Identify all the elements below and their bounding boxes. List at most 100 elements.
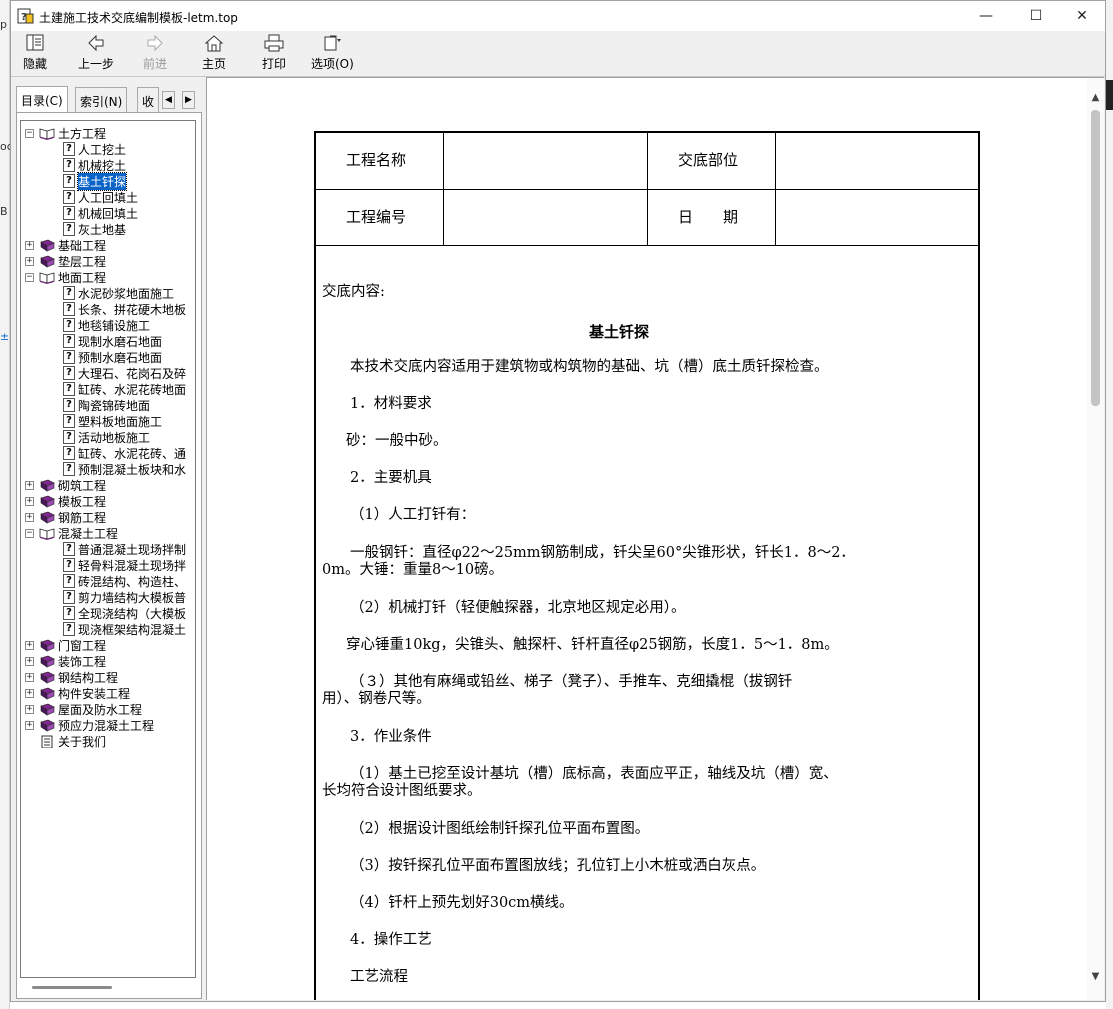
tree-topic[interactable]: ? 缸砖、水泥花砖、通 bbox=[63, 445, 186, 461]
forward-button[interactable]: 前进 bbox=[143, 33, 167, 75]
tab-scroll-right-icon[interactable]: ▶ bbox=[182, 91, 195, 109]
expand-icon[interactable]: + bbox=[25, 240, 34, 250]
back-button[interactable]: 上一步 bbox=[78, 33, 114, 75]
tree-topic[interactable]: ? 砖混结构、构造柱、 bbox=[63, 573, 186, 589]
document-paragraph: （2）根据设计图纸绘制钎探孔位平面布置图。 bbox=[350, 821, 650, 837]
home-button[interactable]: 主页 bbox=[202, 33, 226, 75]
tree-topic[interactable]: ? 现浇框架结构混凝土 bbox=[63, 621, 186, 637]
tree-folder[interactable]: − 混凝土工程 bbox=[25, 525, 118, 541]
expand-icon[interactable]: + bbox=[25, 640, 34, 650]
tree-folder[interactable]: − 土方工程 bbox=[25, 125, 106, 141]
closed-book-icon bbox=[40, 639, 55, 652]
tree-item-label: 人工挖土 bbox=[78, 142, 127, 157]
tree-topic[interactable]: ? 缸砖、水泥花砖地面 bbox=[63, 381, 186, 397]
options-button[interactable]: 选项(O) bbox=[311, 33, 354, 75]
document-paragraph: （３）其他有麻绳或铅丝、梯子（凳子）、手推车、克细撬棍（拔钢钎 bbox=[350, 674, 793, 690]
tab-scroll-left-icon[interactable]: ◀ bbox=[162, 91, 175, 109]
hide-button[interactable]: 隐藏 bbox=[23, 33, 47, 75]
tree-item-label: 预应力混凝土工程 bbox=[58, 718, 155, 733]
tree-folder[interactable]: + 构件安装工程 bbox=[25, 685, 130, 701]
project-number-label: 工程编号 bbox=[346, 208, 407, 226]
tree-item-label: 机械挖土 bbox=[78, 158, 127, 173]
tree-folder[interactable]: + 基础工程 bbox=[25, 237, 106, 253]
help-topic-icon: ? bbox=[63, 606, 75, 620]
tree-topic[interactable]: ? 塑料板地面施工 bbox=[63, 413, 162, 429]
tree-topic[interactable]: ? 灰土地基 bbox=[63, 221, 126, 237]
tree-item-label: 装饰工程 bbox=[58, 654, 107, 669]
tree-topic[interactable]: ? 轻骨料混凝土现场拌 bbox=[63, 557, 186, 573]
tree-folder[interactable]: + 模板工程 bbox=[25, 493, 106, 509]
tree-folder[interactable]: + 砌筑工程 bbox=[25, 477, 106, 493]
expand-icon[interactable]: + bbox=[25, 672, 34, 682]
tab-index[interactable]: 索引(N) bbox=[75, 87, 128, 113]
minimize-button[interactable]: — bbox=[963, 1, 1009, 31]
closed-book-icon bbox=[40, 655, 55, 668]
tree-topic[interactable]: ? 水泥砂浆地面施工 bbox=[63, 285, 174, 301]
maximize-button[interactable]: ☐ bbox=[1013, 1, 1059, 31]
help-topic-icon: ? bbox=[63, 542, 75, 556]
scroll-up-icon[interactable]: ▲ bbox=[1087, 89, 1104, 106]
expand-icon[interactable]: + bbox=[25, 256, 34, 266]
tree-item-label: 水泥砂浆地面施工 bbox=[78, 286, 175, 301]
expand-icon[interactable]: + bbox=[25, 656, 34, 666]
tree-topic[interactable]: ? 人工回填土 bbox=[63, 189, 138, 205]
tree-topic[interactable]: ? 长条、拼花硬木地板 bbox=[63, 301, 186, 317]
content-vertical-scrollbar[interactable]: ▲ ▼ bbox=[1087, 78, 1104, 1000]
tree-folder[interactable]: + 预应力混凝土工程 bbox=[25, 717, 154, 733]
tree-folder[interactable]: + 垫层工程 bbox=[25, 253, 106, 269]
tree-topic[interactable]: ? 人工挖土 bbox=[63, 141, 126, 157]
document-paragraph: （1）基土已挖至设计基坑（槽）底标高，表面应平正，轴线及坑（槽）宽、 bbox=[350, 766, 838, 782]
tree-topic[interactable]: ? 活动地板施工 bbox=[63, 429, 150, 445]
tree-horizontal-scrollbar[interactable] bbox=[20, 981, 196, 995]
expand-icon[interactable]: + bbox=[25, 688, 34, 698]
home-label: 主页 bbox=[202, 57, 227, 71]
disclosure-document: 工程名称 交底部位 工程编号 日 期 交底内容: 基土钎探 本技术交底内容适用于… bbox=[314, 131, 980, 1000]
close-button[interactable]: ✕ bbox=[1059, 1, 1105, 31]
contents-tree[interactable]: − 土方工程? 人工挖土? 机械挖土? 基土钎探? 人工回填土? 机械回填土? 灰土地基 + 基础… bbox=[20, 120, 196, 978]
tree-topic[interactable]: ? 基土钎探 bbox=[63, 171, 128, 191]
tree-topic[interactable]: ? 预制混凝土板块和水 bbox=[63, 461, 186, 477]
tree-folder[interactable]: + 屋面及防水工程 bbox=[25, 701, 142, 717]
tree-topic[interactable]: ? 大理石、花岗石及碎 bbox=[63, 365, 186, 381]
tree-topic[interactable]: ? 现制水磨石地面 bbox=[63, 333, 162, 349]
tree-topic[interactable]: ? 机械挖土 bbox=[63, 157, 126, 173]
expand-icon[interactable]: + bbox=[25, 512, 34, 522]
tree-topic[interactable]: ? 机械回填土 bbox=[63, 205, 138, 221]
tree-folder[interactable]: 关于我们 bbox=[25, 733, 106, 749]
document-paragraph: 长均符合设计图纸要求。 bbox=[322, 783, 482, 799]
print-button[interactable]: 打印 bbox=[262, 33, 286, 75]
help-topic-icon: ? bbox=[63, 206, 75, 220]
background-window-edge-right bbox=[1106, 0, 1113, 1009]
tree-topic[interactable]: ? 普通混凝土现场拌制 bbox=[63, 541, 186, 557]
tree-item-label: 预制混凝土板块和水 bbox=[78, 462, 187, 477]
scroll-down-icon[interactable]: ▼ bbox=[1087, 968, 1104, 985]
expand-icon[interactable]: + bbox=[25, 480, 34, 490]
closed-book-icon bbox=[40, 495, 55, 508]
scroll-thumb[interactable] bbox=[1091, 110, 1100, 406]
tree-folder[interactable]: + 钢筋工程 bbox=[25, 509, 106, 525]
tree-item-label: 构件安装工程 bbox=[58, 686, 131, 701]
navigation-pane: − 土方工程? 人工挖土? 机械挖土? 基土钎探? 人工回填土? 机械回填土? 灰土地基 + 基础… bbox=[16, 112, 202, 999]
tree-topic[interactable]: ? 陶瓷锦砖地面 bbox=[63, 397, 150, 413]
background-window-edge: p oc B ± bbox=[0, 0, 13, 1009]
tab-contents[interactable]: 目录(C) bbox=[16, 86, 68, 114]
expand-icon[interactable]: + bbox=[25, 496, 34, 506]
tree-item-label: 灰土地基 bbox=[78, 222, 127, 237]
collapse-icon[interactable]: − bbox=[25, 272, 34, 282]
tree-topic[interactable]: ? 全现浇结构（大模板 bbox=[63, 605, 186, 621]
tree-topic[interactable]: ? 剪力墙结构大模板普 bbox=[63, 589, 186, 605]
tree-folder[interactable]: + 装饰工程 bbox=[25, 653, 106, 669]
tree-topic[interactable]: ? 预制水磨石地面 bbox=[63, 349, 162, 365]
collapse-icon[interactable]: − bbox=[25, 128, 34, 138]
tree-folder[interactable]: − 地面工程 bbox=[25, 269, 106, 285]
collapse-icon[interactable]: − bbox=[25, 528, 34, 538]
tree-folder[interactable]: + 门窗工程 bbox=[25, 637, 106, 653]
tree-folder[interactable]: + 钢结构工程 bbox=[25, 669, 118, 685]
closed-book-icon bbox=[40, 255, 55, 268]
expand-icon[interactable]: + bbox=[25, 704, 34, 714]
tree-item-label: 土方工程 bbox=[58, 126, 107, 141]
tree-topic[interactable]: ? 地毯铺设施工 bbox=[63, 317, 150, 333]
expand-icon[interactable]: + bbox=[25, 720, 34, 730]
tab-favorites[interactable]: 收 bbox=[137, 87, 160, 113]
help-topic-icon: ? bbox=[63, 318, 75, 332]
